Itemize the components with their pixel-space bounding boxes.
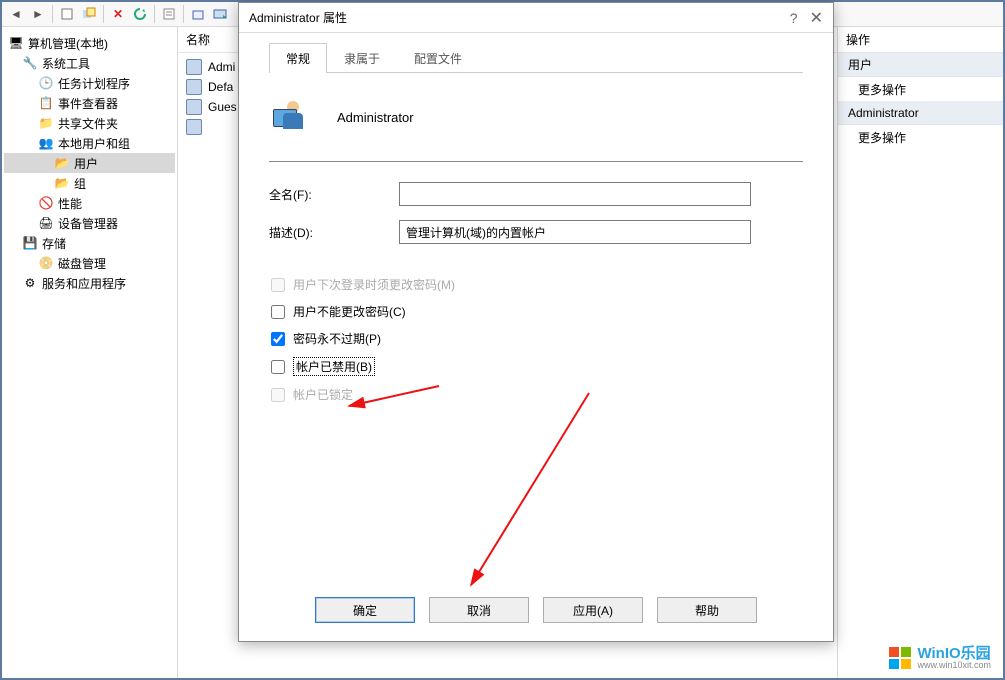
tab-profile[interactable]: 配置文件 xyxy=(397,43,479,73)
actions-more-1[interactable]: 更多操作 xyxy=(838,77,1003,101)
check-neverexpire[interactable]: 密码永不过期(P) xyxy=(271,330,803,347)
tree-root[interactable]: 🖥算机管理(本地) xyxy=(4,33,175,53)
new-icon[interactable] xyxy=(57,4,77,24)
cancel-button[interactable]: 取消 xyxy=(429,597,529,623)
tree-diskmgr[interactable]: 📀磁盘管理 xyxy=(4,253,175,273)
actions-more-2[interactable]: 更多操作 xyxy=(838,125,1003,149)
user-avatar-icon xyxy=(273,97,313,137)
tree-sharedfolders[interactable]: 📁共享文件夹 xyxy=(4,113,175,133)
help-icon[interactable]: ? xyxy=(790,10,798,26)
help-button[interactable]: 帮助 xyxy=(657,597,757,623)
ok-button[interactable]: 确定 xyxy=(315,597,415,623)
delete-icon[interactable]: ✕ xyxy=(108,4,128,24)
tree-devmgr[interactable]: 🖨设备管理器 xyxy=(4,213,175,233)
desc-input[interactable] xyxy=(399,220,751,244)
fullname-input[interactable] xyxy=(399,182,751,206)
view-icon[interactable] xyxy=(210,4,230,24)
dialog-titlebar[interactable]: Administrator 属性 ? ✕ xyxy=(239,3,833,33)
check-cantchange-box[interactable] xyxy=(271,305,285,319)
refresh-icon[interactable] xyxy=(130,4,150,24)
check-cantchange[interactable]: 用户不能更改密码(C) xyxy=(271,303,803,320)
check-mustchange-box xyxy=(271,278,285,292)
check-locked: 帐户已锁定 xyxy=(271,386,803,403)
nav-tree: 🖥算机管理(本地) 🔧系统工具 🕒任务计划程序 📋事件查看器 📁共享文件夹 👥本… xyxy=(2,27,178,678)
user-icon xyxy=(186,59,202,75)
apply-button[interactable]: 应用(A) xyxy=(543,597,643,623)
windows-logo-icon xyxy=(889,647,911,669)
export-icon[interactable] xyxy=(188,4,208,24)
tree-users[interactable]: 📂用户 xyxy=(4,153,175,173)
tree-systools[interactable]: 🔧系统工具 xyxy=(4,53,175,73)
check-disabled-box[interactable] xyxy=(271,360,285,374)
user-icon xyxy=(186,119,202,135)
close-icon[interactable]: ✕ xyxy=(810,8,823,28)
tree-localusers[interactable]: 👥本地用户和组 xyxy=(4,133,175,153)
properties-dialog: Administrator 属性 ? ✕ 常规 隶属于 配置文件 Adminis… xyxy=(238,2,834,642)
user-heading: Administrator xyxy=(337,110,414,125)
desc-label: 描述(D): xyxy=(269,224,399,241)
divider xyxy=(269,161,803,162)
watermark: WinIO乐园 www.win10xit.com xyxy=(889,646,991,670)
user-icon xyxy=(186,99,202,115)
tree-services[interactable]: ⚙服务和应用程序 xyxy=(4,273,175,293)
actions-section-users: 用户 xyxy=(838,53,1003,77)
tree-eventviewer[interactable]: 📋事件查看器 xyxy=(4,93,175,113)
tree-groups[interactable]: 📂组 xyxy=(4,173,175,193)
fullname-label: 全名(F): xyxy=(269,186,399,203)
check-neverexpire-box[interactable] xyxy=(271,332,285,346)
tree-storage[interactable]: 💾存储 xyxy=(4,233,175,253)
prop-icon[interactable] xyxy=(159,4,179,24)
tab-memberof[interactable]: 隶属于 xyxy=(327,43,397,73)
actions-section-admin: Administrator xyxy=(838,101,1003,125)
actions-header: 操作 xyxy=(838,27,1003,53)
nav-back-icon[interactable]: ◄ xyxy=(6,4,26,24)
dialog-buttons: 确定 取消 应用(A) 帮助 xyxy=(239,597,833,623)
dialog-tabs: 常规 隶属于 配置文件 xyxy=(269,43,803,73)
dialog-title: Administrator 属性 xyxy=(249,9,347,26)
check-locked-box xyxy=(271,388,285,402)
check-disabled[interactable]: 帐户已禁用(B) xyxy=(271,357,803,376)
nav-fwd-icon[interactable]: ► xyxy=(28,4,48,24)
tab-general[interactable]: 常规 xyxy=(269,43,327,73)
overlay-icon[interactable] xyxy=(79,4,99,24)
tree-scheduler[interactable]: 🕒任务计划程序 xyxy=(4,73,175,93)
tree-perf[interactable]: 🚫性能 xyxy=(4,193,175,213)
actions-panel: 操作 用户 更多操作 Administrator 更多操作 xyxy=(838,27,1003,678)
check-mustchange: 用户下次登录时须更改密码(M) xyxy=(271,276,803,293)
user-icon xyxy=(186,79,202,95)
